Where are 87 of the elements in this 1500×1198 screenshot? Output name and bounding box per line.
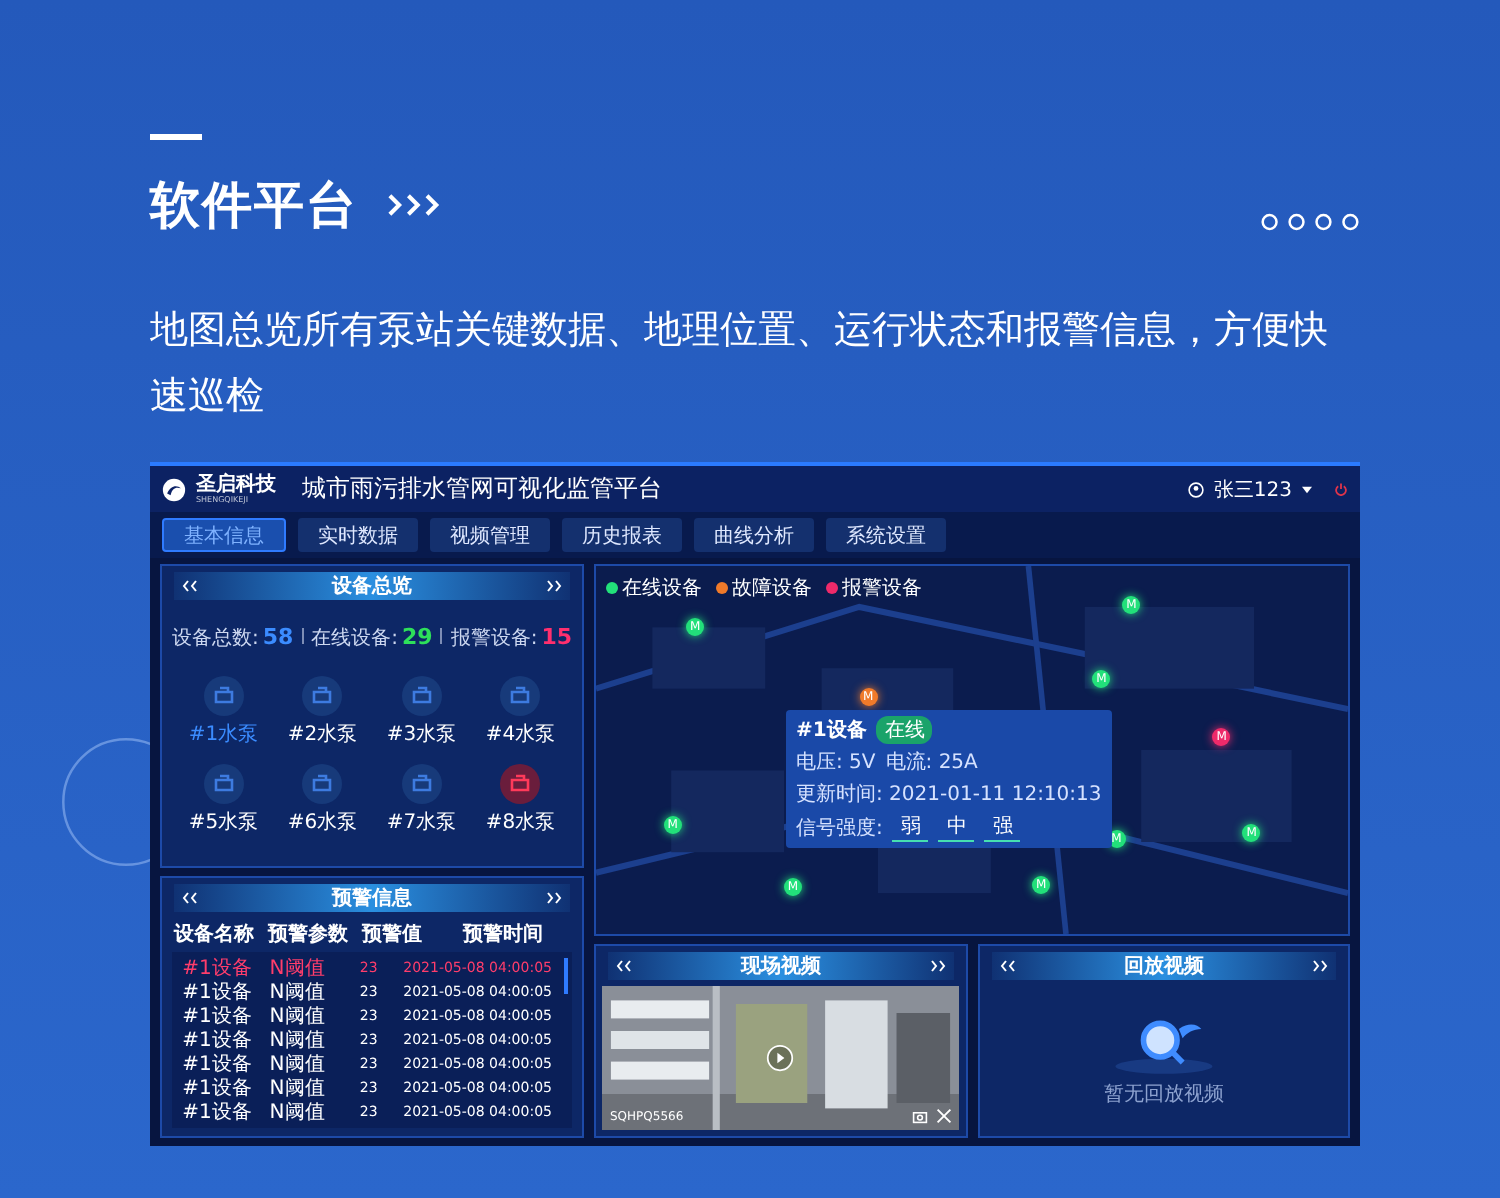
close-icon[interactable] bbox=[935, 1108, 951, 1124]
next-icon[interactable] bbox=[546, 580, 562, 592]
pump-label: #4水泵 bbox=[485, 721, 556, 748]
table-cell-text: N阈值 bbox=[267, 1100, 327, 1126]
pump-label: #8水泵 bbox=[485, 809, 556, 836]
panel-title: 设备总览 bbox=[332, 573, 412, 600]
nav-tab[interactable]: 实时数据 bbox=[298, 518, 418, 552]
table-cell-text: N阈值 bbox=[267, 1076, 327, 1102]
caret-icon[interactable] bbox=[1302, 485, 1312, 493]
dots-icon bbox=[1260, 211, 1360, 231]
table-cell-text: #1设备 bbox=[180, 980, 254, 1006]
popup-text: 信号强度: bbox=[796, 815, 883, 841]
logo-icon bbox=[162, 477, 186, 501]
panel-title: 现场视频 bbox=[740, 953, 821, 980]
signal-level: 强 bbox=[984, 812, 1021, 842]
nav-tab[interactable]: 基本信息 bbox=[162, 518, 286, 552]
pump-label: #2水泵 bbox=[287, 721, 358, 748]
table-cell-text: #1设备 bbox=[180, 1076, 254, 1102]
column-header: 预警参数 bbox=[265, 921, 350, 948]
table-cell-text: N阈值 bbox=[267, 980, 327, 1006]
pump-icon[interactable] bbox=[401, 764, 442, 804]
pump-icon[interactable] bbox=[401, 676, 442, 716]
pump-label: #5水泵 bbox=[188, 809, 259, 836]
table-cell-text: #1设备 bbox=[180, 1028, 254, 1054]
legend-label: 故障设备 bbox=[732, 575, 812, 602]
table-cell-text: N阈值 bbox=[267, 1028, 327, 1054]
pump-icon[interactable] bbox=[500, 676, 541, 716]
pump-icon[interactable] bbox=[500, 764, 541, 804]
signal-level: 中 bbox=[938, 812, 975, 842]
section-title: 软件平台 bbox=[150, 174, 358, 238]
table-cell-text: N阈值 bbox=[267, 956, 327, 982]
camera-icon[interactable] bbox=[911, 1108, 927, 1124]
pump-label: #3水泵 bbox=[386, 721, 457, 748]
pump-label: #7水泵 bbox=[386, 809, 457, 836]
previous-icon[interactable] bbox=[182, 580, 198, 592]
pump-label: #1水泵 bbox=[188, 721, 259, 748]
popup-text: 更新时间: 2021-01-11 12:10:13 bbox=[796, 781, 1102, 808]
logo-name: 圣启科技 bbox=[196, 475, 276, 495]
table-cell-text: #1设备 bbox=[180, 1100, 254, 1126]
table-cell-text: #1设备 bbox=[180, 1052, 254, 1078]
next-icon[interactable] bbox=[929, 960, 945, 972]
stat-value: 15 bbox=[541, 624, 573, 650]
previous-icon[interactable] bbox=[999, 960, 1015, 972]
stat-label: 设备总数: bbox=[171, 625, 259, 652]
nav-tab[interactable]: 系统设置 bbox=[826, 518, 946, 552]
user-icon[interactable] bbox=[1187, 481, 1204, 497]
nav-tab[interactable]: 视频管理 bbox=[430, 518, 550, 552]
legend-label: 在线设备 bbox=[622, 575, 702, 602]
column-header: 设备名称 bbox=[171, 921, 256, 948]
nav-tab[interactable]: 历史报表 bbox=[562, 518, 682, 552]
device-name: #1设备 bbox=[796, 717, 867, 744]
stat-label: 在线设备: bbox=[311, 625, 399, 652]
scrollbar[interactable] bbox=[564, 958, 568, 994]
column-header: 预警值 bbox=[359, 921, 424, 948]
pump-label: #6水泵 bbox=[287, 809, 358, 836]
pump-icon[interactable] bbox=[203, 676, 244, 716]
pump-icon[interactable] bbox=[302, 676, 343, 716]
nav-tab[interactable]: 曲线分析 bbox=[694, 518, 814, 552]
next-icon[interactable] bbox=[546, 892, 562, 904]
app-title: 城市雨污排水管网可视化监管平台 bbox=[302, 472, 662, 506]
previous-icon[interactable] bbox=[616, 960, 632, 972]
popup-text: 电流: 25A bbox=[885, 749, 978, 776]
signal-level: 弱 bbox=[892, 812, 929, 842]
next-icon[interactable] bbox=[1312, 960, 1328, 972]
description: 地图总览所有泵站关键数据、地理位置、运行状态和报警信息，方便快速巡检 bbox=[150, 306, 1330, 422]
popup-text: 电压: 5V bbox=[796, 749, 876, 776]
play-icon[interactable] bbox=[766, 1044, 795, 1072]
panel-title: 回放视频 bbox=[1123, 953, 1204, 980]
stat-label: 报警设备: bbox=[450, 625, 538, 652]
stat-value: 58 bbox=[262, 624, 294, 650]
user-name[interactable]: 张三123 bbox=[1213, 475, 1292, 503]
column-header: 预警时间 bbox=[460, 921, 545, 948]
previous-icon[interactable] bbox=[182, 892, 198, 904]
panel-title: 预警信息 bbox=[332, 885, 412, 912]
pump-icon[interactable] bbox=[302, 764, 343, 804]
legend-label: 报警设备 bbox=[842, 575, 922, 602]
table-cell-text: #1设备 bbox=[180, 1004, 254, 1030]
empty-message: 暂无回放视频 bbox=[1103, 1081, 1224, 1107]
chevrons-icon bbox=[386, 192, 442, 218]
stat-value: 29 bbox=[402, 624, 433, 650]
pump-icon[interactable] bbox=[203, 764, 244, 804]
table-cell-text: #1设备 bbox=[180, 956, 254, 982]
power-icon[interactable] bbox=[1334, 482, 1348, 496]
table-cell-text: N阈值 bbox=[267, 1052, 327, 1078]
table-cell-text: N阈值 bbox=[267, 1004, 327, 1030]
title-bar-decoration bbox=[150, 134, 202, 140]
status-badge: 在线 bbox=[876, 716, 933, 744]
